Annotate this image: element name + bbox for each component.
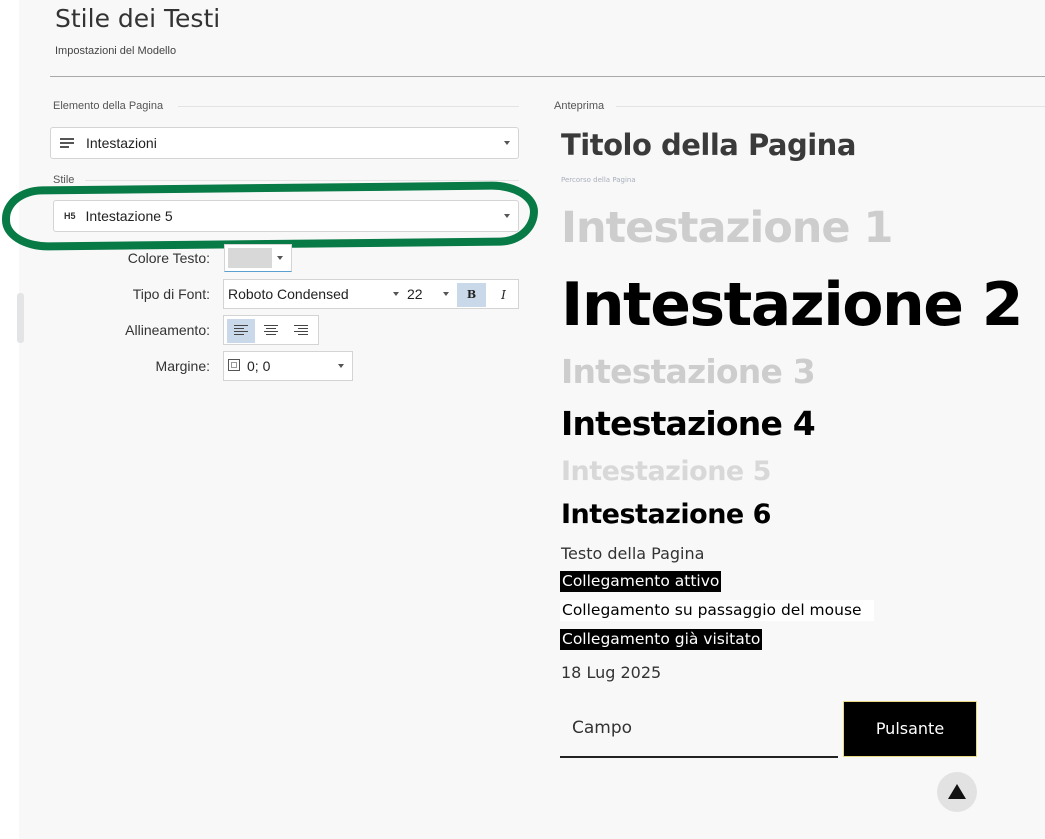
preview-breadcrumb[interactable]: Percorso della Pagina [561, 176, 636, 184]
style-select-value: Intestazione 5 [85, 208, 173, 224]
preview-heading-5: Intestazione 5 [561, 456, 771, 487]
preview-group-label: Anteprima [554, 100, 605, 112]
text-color-label: Colore Testo: [127, 250, 210, 266]
alignment-label: Allineamento: [125, 322, 210, 338]
preview-input-field[interactable]: Campo [560, 700, 838, 758]
preview-link-active[interactable]: Collegamento attivo [560, 571, 722, 592]
text-color-picker[interactable] [224, 244, 292, 272]
preview-heading-1: Intestazione 1 [561, 203, 893, 253]
preview-page-title: Titolo della Pagina [561, 128, 856, 162]
font-family-label: Tipo di Font: [132, 286, 210, 302]
panel-collapse-handle[interactable] [17, 293, 24, 343]
scroll-to-top-button[interactable] [937, 772, 977, 812]
align-left-icon [234, 325, 248, 335]
margin-label: Margine: [155, 358, 210, 374]
preview-link-visited[interactable]: Collegamento già visitato [560, 629, 763, 650]
preview-heading-2: Intestazione 2 [561, 270, 1024, 340]
font-family-value[interactable]: Roboto Condensed [228, 286, 349, 302]
element-group-divider [178, 106, 519, 107]
align-right-button[interactable] [287, 319, 315, 343]
font-settings-group: Roboto Condensed 22 B I [223, 279, 519, 309]
chevron-down-icon [504, 141, 510, 145]
header-divider [50, 76, 1045, 77]
align-right-icon [294, 325, 308, 335]
style-group-label: Stile [53, 174, 75, 186]
align-center-icon [264, 325, 278, 335]
preview-input-placeholder: Campo [572, 718, 633, 738]
preview-date: 18 Lug 2025 [561, 663, 662, 682]
margin-value: 0; 0 [247, 358, 271, 374]
text-lines-icon [60, 136, 74, 150]
page-title: Stile dei Testi [55, 4, 221, 33]
chevron-down-icon [277, 256, 283, 260]
text-color-swatch [228, 248, 272, 268]
element-select-value: Intestazioni [86, 135, 157, 151]
alignment-toggle-group [223, 315, 319, 345]
margin-select[interactable]: 0; 0 [223, 351, 353, 381]
font-size-value[interactable]: 22 [407, 286, 423, 302]
preview-button[interactable]: Pulsante [843, 701, 977, 757]
page-subtitle: Impostazioni del Modello [55, 45, 177, 57]
bold-toggle-button[interactable]: B [457, 283, 486, 307]
align-left-button[interactable] [227, 319, 255, 343]
element-group-label: Elemento della Pagina [53, 100, 164, 112]
heading-5-icon: H5 [64, 211, 76, 221]
align-center-button[interactable] [257, 319, 285, 343]
preview-heading-4: Intestazione 4 [561, 404, 816, 443]
preview-heading-6: Intestazione 6 [561, 499, 771, 530]
style-group-divider [85, 180, 519, 181]
font-family-chevron-icon[interactable] [393, 292, 399, 296]
chevron-down-icon [504, 214, 510, 218]
preview-heading-3: Intestazione 3 [561, 352, 816, 391]
preview-body-text: Testo della Pagina [561, 544, 705, 563]
chevron-down-icon [338, 364, 344, 368]
style-select[interactable]: H5 Intestazione 5 [53, 200, 519, 232]
preview-group-divider [616, 106, 1045, 107]
preview-link-hover[interactable]: Collegamento su passaggio del mouse [560, 600, 874, 621]
margin-frame-icon [228, 359, 240, 371]
italic-toggle-button[interactable]: I [491, 283, 516, 307]
element-select[interactable]: Intestazioni [50, 127, 519, 159]
arrow-up-icon [948, 784, 966, 799]
font-size-chevron-icon[interactable] [443, 292, 449, 296]
